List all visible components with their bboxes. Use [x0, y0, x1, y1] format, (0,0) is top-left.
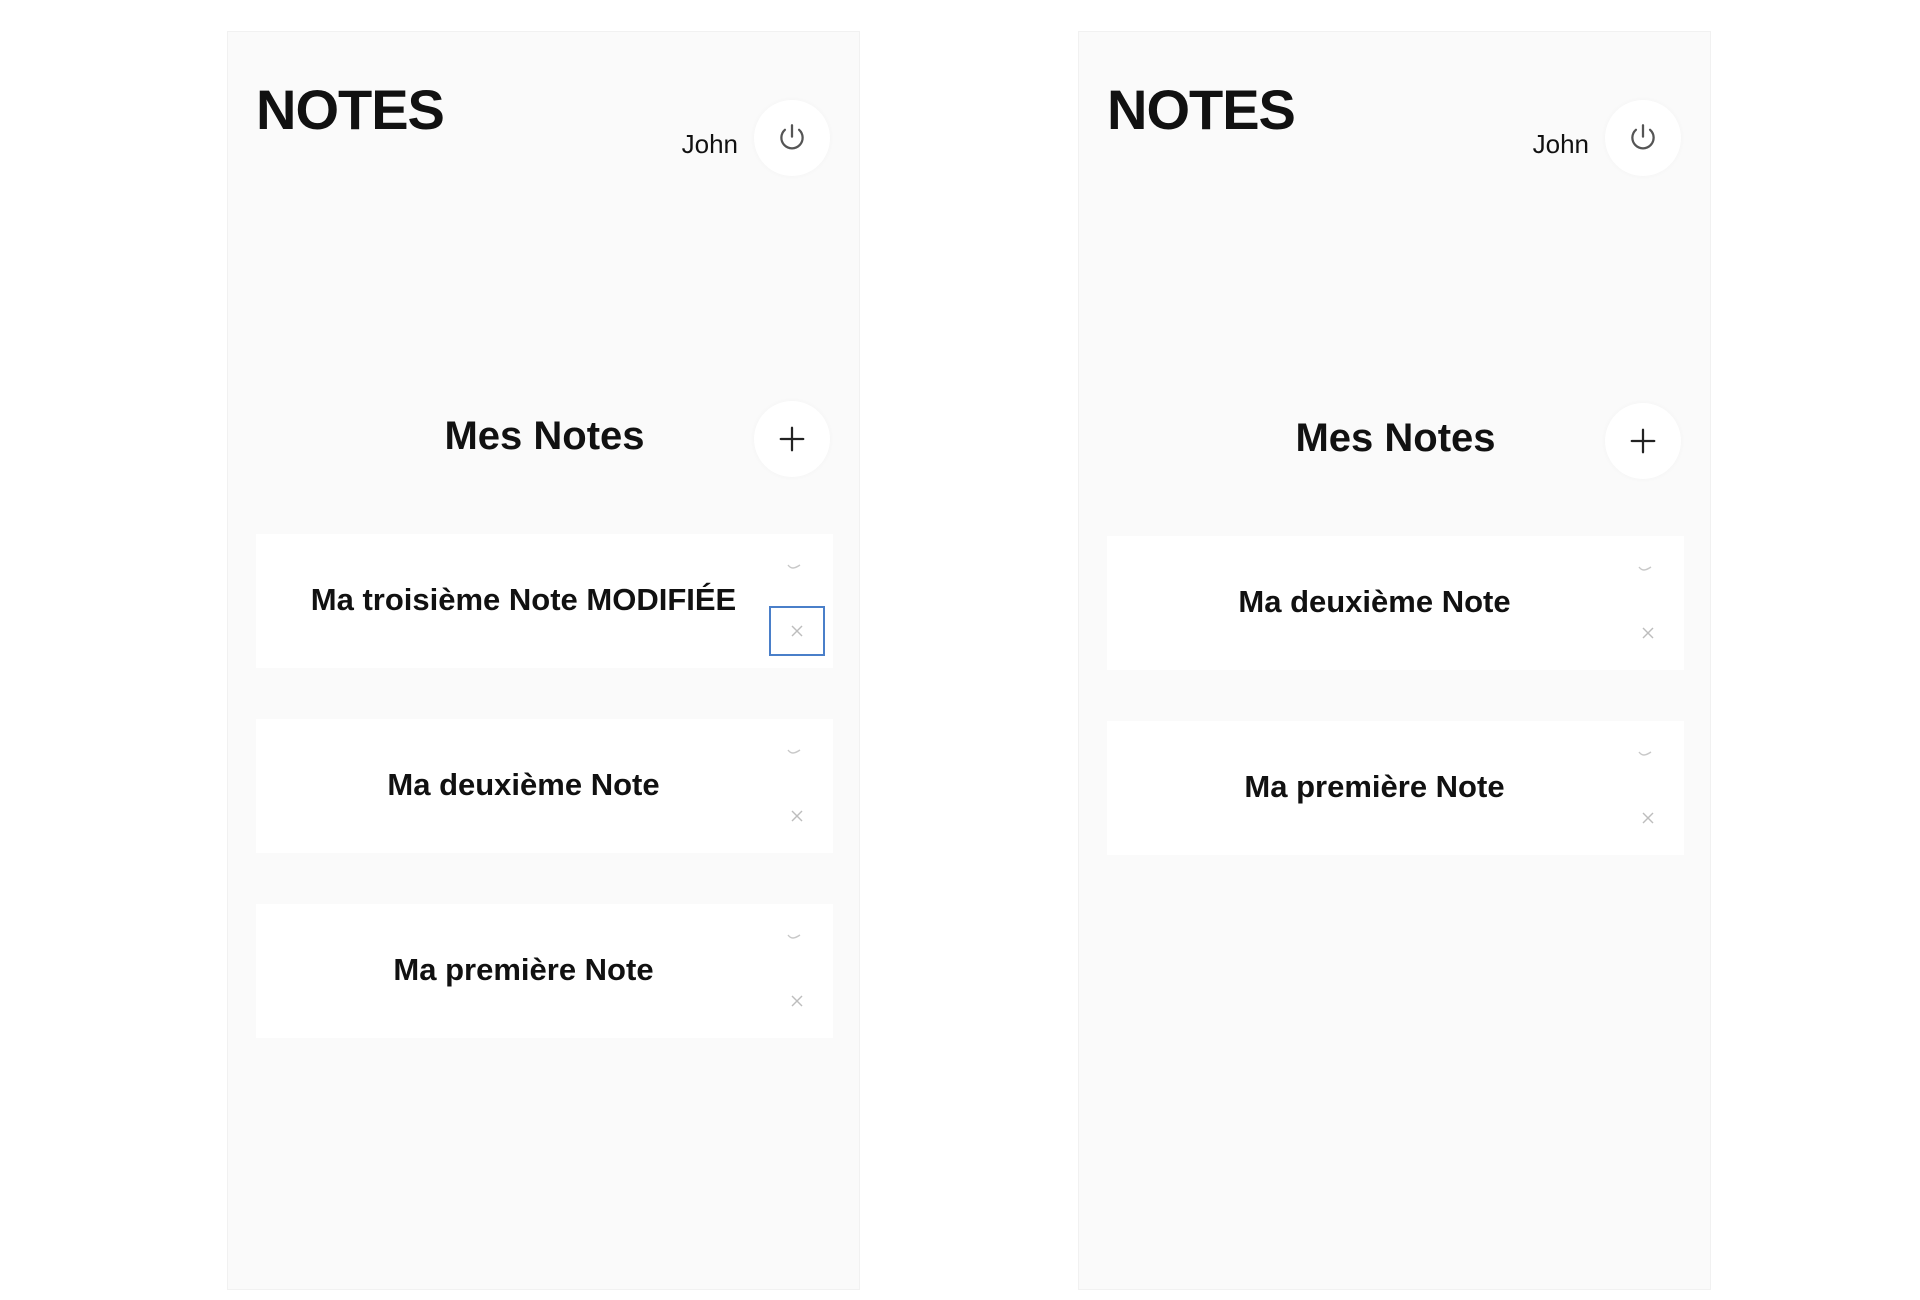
note-card[interactable]: Ma troisième Note MODIFIÉE [256, 534, 833, 668]
chevron-down-icon[interactable] [1632, 556, 1658, 582]
delete-note-button[interactable] [1620, 608, 1676, 658]
delete-note-button[interactable] [769, 606, 825, 656]
add-note-button[interactable] [754, 401, 830, 477]
add-note-button[interactable] [1605, 403, 1681, 479]
note-title: Ma troisième Note MODIFIÉE [310, 582, 737, 617]
note-title: Ma première Note [393, 952, 654, 987]
user-name: John [1532, 129, 1589, 159]
note-card[interactable]: Ma première Note [256, 904, 833, 1038]
note-title: Ma première Note [1244, 769, 1505, 804]
note-card[interactable]: Ma deuxième Note [1107, 536, 1684, 670]
close-icon [791, 810, 803, 822]
notes-app-panel-left: NOTES John Mes Notes Ma troisième Note M… [227, 31, 860, 1290]
note-title: Ma deuxième Note [387, 767, 660, 802]
delete-note-button[interactable] [769, 791, 825, 841]
logout-button[interactable] [1605, 100, 1681, 176]
app-title: NOTES [256, 78, 445, 141]
note-card[interactable]: Ma deuxième Note [256, 719, 833, 853]
note-title: Ma deuxième Note [1238, 584, 1511, 619]
notes-app-panel-right: NOTES John Mes Notes Ma deuxième Note Ma… [1078, 31, 1711, 1290]
logout-button[interactable] [754, 100, 830, 176]
chevron-down-icon[interactable] [781, 924, 807, 950]
delete-note-button[interactable] [1620, 793, 1676, 843]
chevron-down-icon[interactable] [1632, 741, 1658, 767]
plus-icon [1630, 428, 1656, 454]
close-icon [1642, 812, 1654, 824]
plus-icon [779, 426, 805, 452]
close-icon [1642, 627, 1654, 639]
app-title: NOTES [1107, 78, 1296, 141]
close-icon [791, 625, 803, 637]
chevron-down-icon[interactable] [781, 739, 807, 765]
user-name: John [681, 129, 738, 159]
power-icon [780, 124, 804, 150]
close-icon [791, 995, 803, 1007]
delete-note-button[interactable] [769, 976, 825, 1026]
power-icon [1631, 124, 1655, 150]
chevron-down-icon[interactable] [781, 554, 807, 580]
note-card[interactable]: Ma première Note [1107, 721, 1684, 855]
